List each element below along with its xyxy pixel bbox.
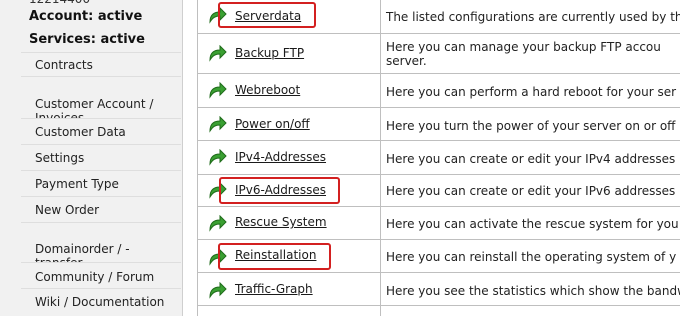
sidebar-item-label: Settings xyxy=(35,151,85,165)
row-description: Here you can create or edit your IPv6 ad… xyxy=(386,184,676,198)
link-cell: Power on/off xyxy=(198,108,381,140)
sidebar-item-contracts[interactable]: Contracts xyxy=(21,52,181,76)
green-arrow-icon xyxy=(209,82,227,99)
sidebar-item-label: Customer Data xyxy=(35,125,126,139)
traffic-graph-link[interactable]: Traffic-Graph xyxy=(235,282,313,296)
row-description-line2: server. xyxy=(386,54,427,68)
row-description: The listed configurations are currently … xyxy=(386,10,680,24)
link-cell: Backup FTP xyxy=(198,34,381,73)
server-options-table: Serverdata The listed configurations are… xyxy=(197,0,680,316)
row-description: Here you can perform a hard reboot for y… xyxy=(386,85,677,99)
green-arrow-icon xyxy=(209,116,227,133)
row-description: Here you can create or edit your IPv4 ad… xyxy=(386,152,676,166)
table-row: Rescue System Here you can activate the … xyxy=(198,207,680,240)
row-description: Here you can reinstall the operating sys… xyxy=(386,250,677,264)
sidebar-item-domainorder-transfer[interactable]: Domainorder / - transfer xyxy=(21,222,181,270)
green-arrow-icon xyxy=(209,45,227,62)
sidebar-item-customer-account-invoices[interactable]: Customer Account / Invoices xyxy=(21,76,181,125)
highlight-box-reinstallation xyxy=(218,243,331,270)
row-description: Here you turn the power of your server o… xyxy=(386,119,676,133)
rescue-system-link[interactable]: Rescue System xyxy=(235,215,327,229)
power-on-off-link[interactable]: Power on/off xyxy=(235,117,310,131)
sidebar-item-label: New Order xyxy=(35,203,100,217)
table-row: Webreboot Here you can perform a hard re… xyxy=(198,74,680,108)
row-description: Here you can activate the rescue system … xyxy=(386,217,679,231)
table-row: Traffic-Graph Here you see the statistic… xyxy=(198,273,680,306)
row-description-line1: Here you can manage your backup FTP acco… xyxy=(386,40,661,54)
row-description: Here you can manage your backup FTP acco… xyxy=(381,34,680,73)
green-arrow-icon xyxy=(209,215,227,232)
sidebar-item-label: Payment Type xyxy=(35,177,119,191)
sidebar-item-label: Contracts xyxy=(35,58,93,72)
link-cell: Rescue System xyxy=(198,207,381,239)
highlight-box-serverdata xyxy=(218,2,316,28)
sidebar-item-community-forum[interactable]: Community / Forum xyxy=(21,262,181,288)
row-description: Here you see the statistics which show t… xyxy=(386,284,680,298)
account-status: Account: active xyxy=(29,9,143,24)
sidebar-item-customer-data[interactable]: Customer Data xyxy=(21,118,181,144)
green-arrow-icon xyxy=(209,282,227,299)
link-cell: Webreboot xyxy=(198,74,381,107)
sidebar-item-settings[interactable]: Settings xyxy=(21,144,181,170)
table-row: IPv4-Addresses Here you can create or ed… xyxy=(198,141,680,175)
green-arrow-icon xyxy=(209,149,227,166)
table-row: Power on/off Here you turn the power of … xyxy=(198,108,680,141)
sidebar-item-label: Community / Forum xyxy=(35,270,155,284)
sidebar: 12214400 Account: active Services: activ… xyxy=(0,0,183,316)
webreboot-link[interactable]: Webreboot xyxy=(235,83,300,97)
link-cell: Traffic-Graph xyxy=(198,273,381,305)
link-cell: IPv4-Addresses xyxy=(198,141,381,174)
sidebar-item-wiki-documentation[interactable]: Wiki / Documentation xyxy=(21,288,181,316)
sidebar-item-payment-type[interactable]: Payment Type xyxy=(21,170,181,196)
sidebar-item-label: Wiki / Documentation xyxy=(35,295,165,309)
table-row-partial xyxy=(198,306,680,316)
services-status: Services: active xyxy=(29,32,145,47)
backup-ftp-link[interactable]: Backup FTP xyxy=(235,46,304,60)
ipv4-addresses-link[interactable]: IPv4-Addresses xyxy=(235,150,326,164)
table-row: Backup FTP Here you can manage your back… xyxy=(198,34,680,74)
highlight-box-ipv6 xyxy=(219,177,340,204)
gutter xyxy=(183,0,197,316)
link-cell xyxy=(198,306,381,316)
sidebar-top-fragment: 12214400 xyxy=(29,0,90,6)
sidebar-item-new-order[interactable]: New Order xyxy=(21,196,181,222)
